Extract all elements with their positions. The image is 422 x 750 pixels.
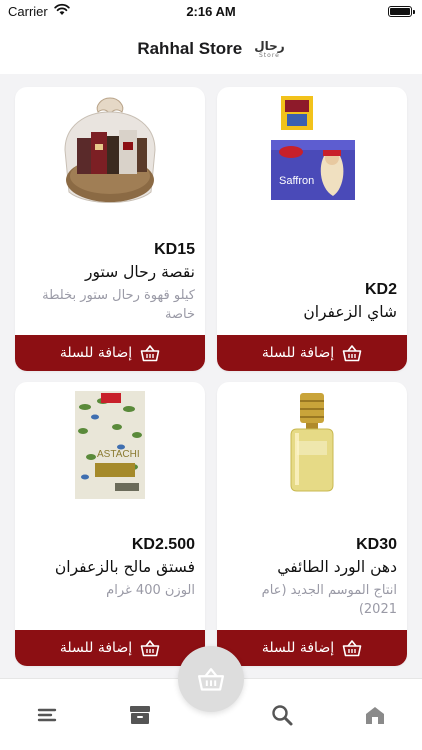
cart-fab-button[interactable] (178, 646, 244, 712)
page-title: Rahhal Store (137, 39, 243, 58)
product-price: KD15 (154, 241, 195, 258)
product-price: KD2 (364, 281, 397, 298)
product-name: فستق مالح بالزعفران (54, 558, 195, 576)
logo-arabic: رحال (254, 38, 285, 53)
basket-icon (140, 345, 160, 362)
add-to-cart-button[interactable]: إضافة للسلة (15, 335, 205, 371)
product-card[interactable]: KD30 دهن الورد الطائفي انتاج الموسم الجد… (217, 382, 407, 666)
search-icon[interactable] (270, 703, 294, 727)
store-logo: رحال Store (254, 40, 284, 59)
svg-text:ASTACHI: ASTACHI (97, 449, 140, 460)
add-to-cart-button[interactable]: إضافة للسلة (217, 630, 407, 666)
basket-icon (140, 640, 160, 657)
saffron-tea-image: Saffron (217, 87, 407, 217)
add-to-cart-button[interactable]: إضافة للسلة (15, 630, 205, 666)
menu-icon[interactable] (35, 703, 59, 727)
add-to-cart-label: إضافة للسلة (261, 640, 335, 656)
add-to-cart-label: إضافة للسلة (59, 345, 133, 361)
basket-icon (197, 668, 225, 691)
product-price: KD2.500 (131, 536, 195, 553)
home-icon[interactable] (363, 703, 387, 727)
product-description: الوزن 400 غرام (106, 583, 195, 598)
clock: 2:16 AM (186, 4, 236, 19)
product-card[interactable]: Saffron KD2 شاي الزعفران إضافة للسلة (217, 87, 407, 371)
add-to-cart-label: إضافة للسلة (59, 640, 133, 656)
product-card[interactable]: ASTACHI KD2.500 فستق مالح بالزعفران الوز… (15, 382, 205, 666)
add-to-cart-label: إضافة للسلة (261, 345, 335, 361)
product-name: شاي الزعفران (303, 303, 397, 321)
logo-english: Store (259, 51, 280, 59)
product-name: نقصة رحال ستور (85, 263, 195, 281)
battery-icon (388, 6, 415, 17)
product-description: انتاج الموسم الجديد (عام 2021) (261, 583, 397, 617)
nav-bar: Rahhal Store رحال Store (0, 24, 422, 74)
rose-oil-bottle-image (217, 382, 407, 512)
product-price: KD30 (356, 536, 397, 553)
archive-icon[interactable] (128, 703, 152, 727)
product-description: كيلو قهوة رحال ستور بخلطة خاصة (42, 288, 195, 322)
add-to-cart-button[interactable]: إضافة للسلة (217, 335, 407, 371)
svg-text:Saffron: Saffron (279, 175, 314, 187)
gift-basket-image (15, 87, 205, 217)
basket-icon (342, 640, 362, 657)
basket-icon (342, 345, 362, 362)
product-card[interactable]: KD15 نقصة رحال ستور كيلو قهوة رحال ستور … (15, 87, 205, 371)
product-name: دهن الورد الطائفي (277, 558, 397, 576)
pistachio-bag-image: ASTACHI (15, 382, 205, 512)
status-bar: Carrier 2:16 AM (0, 0, 422, 24)
